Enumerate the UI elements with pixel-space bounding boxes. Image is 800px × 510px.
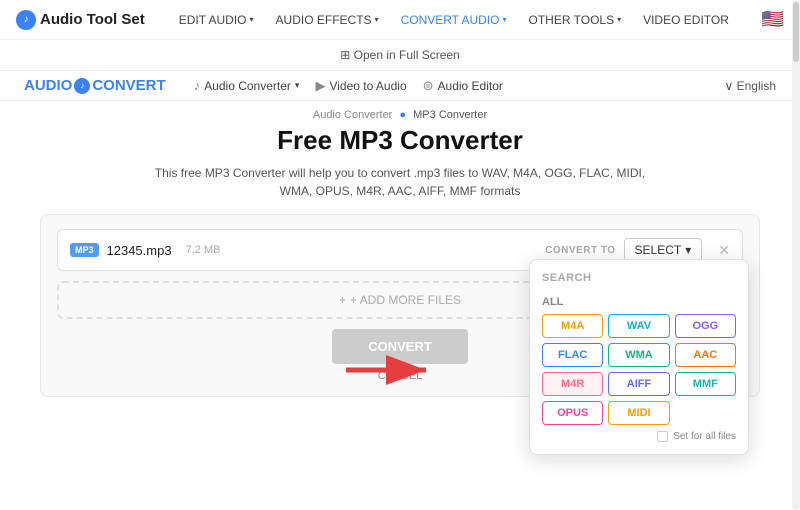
format-wav[interactable]: WAV [608, 314, 669, 338]
inner-brand-text: AUDIO [24, 77, 72, 94]
nav-video-editor[interactable]: VIDEO EDITOR [633, 9, 739, 31]
set-for-all-row: Set for all files [542, 431, 736, 442]
inner-brand-icon: ♪ [74, 78, 90, 94]
format-mmf[interactable]: MMF [675, 372, 736, 396]
nav-other-tools[interactable]: OTHER TOOLS ▾ [519, 9, 632, 31]
format-aiff[interactable]: AIFF [608, 372, 669, 396]
format-m4a[interactable]: M4A [542, 314, 603, 338]
close-icon[interactable]: ✕ [718, 242, 730, 259]
page-title: Free MP3 Converter [40, 125, 760, 156]
inner-brand[interactable]: AUDIO ♪ CONVERT [24, 77, 166, 94]
page-description: This free MP3 Converter will help you to… [150, 164, 650, 200]
breadcrumb-parent[interactable]: Audio Converter [313, 109, 393, 121]
all-formats-button[interactable]: ALL [542, 292, 736, 312]
format-m4r[interactable]: M4R [542, 372, 603, 396]
format-ogg[interactable]: OGG [675, 314, 736, 338]
language-selector[interactable]: ∨ English [725, 79, 776, 93]
inner-nav-video-to-audio[interactable]: ▶ Video to Audio [315, 78, 406, 94]
dropdown-search-label: SEARCH [542, 272, 736, 284]
top-nav: ♪ Audio Tool Set EDIT AUDIO ▾ AUDIO EFFE… [0, 0, 800, 40]
brand-icon: ♪ [16, 10, 36, 30]
fullscreen-label: ⊞ Open in Full Screen [340, 48, 459, 62]
format-flac[interactable]: FLAC [542, 343, 603, 367]
music-icon: ♪ [194, 78, 201, 93]
set-all-label: Set for all files [673, 431, 736, 442]
chevron-icon: ▾ [375, 15, 379, 24]
nav-audio-effects[interactable]: AUDIO EFFECTS ▾ [266, 9, 389, 31]
format-wma[interactable]: WMA [608, 343, 669, 367]
format-dropdown: SEARCH ALL M4A WAV OGG FLAC WMA AAC M4R … [529, 259, 749, 455]
breadcrumb-sep: ● [399, 109, 406, 121]
converter-box: MP3 12345.mp3 7.2 MB CONVERT TO SELECT ▾… [40, 214, 760, 397]
inner-nav: AUDIO ♪ CONVERT ♪ Audio Converter ▾ ▶ Vi… [0, 71, 800, 101]
scrollbar-thumb[interactable] [793, 2, 799, 62]
format-opus[interactable]: OPUS [542, 401, 603, 425]
video-icon: ▶ [315, 78, 325, 94]
brand-logo[interactable]: ♪ Audio Tool Set [16, 10, 145, 30]
mp3-badge: MP3 [70, 243, 99, 257]
chevron-icon: ▾ [295, 80, 300, 91]
format-aac[interactable]: AAC [675, 343, 736, 367]
chevron-down-icon: ▾ [685, 243, 691, 257]
chevron-icon: ▾ [250, 15, 254, 24]
nav-convert-audio[interactable]: CONVERT AUDIO ▾ [391, 9, 517, 31]
language-flag[interactable]: 🇺🇸 [762, 9, 784, 30]
sliders-icon: ⊜ [423, 78, 434, 94]
inner-brand-text2: CONVERT [92, 77, 165, 94]
nav-items: EDIT AUDIO ▾ AUDIO EFFECTS ▾ CONVERT AUD… [169, 9, 762, 31]
chevron-icon: ▾ [617, 15, 621, 24]
convert-to-label: CONVERT TO [545, 245, 615, 256]
convert-button[interactable]: CONVERT [332, 329, 468, 364]
set-all-checkbox[interactable] [657, 431, 668, 442]
chevron-icon: ▾ [502, 15, 506, 24]
format-midi[interactable]: MIDI [608, 401, 669, 425]
breadcrumb-current: MP3 Converter [413, 109, 487, 121]
fullscreen-bar[interactable]: ⊞ Open in Full Screen [0, 40, 800, 71]
brand-name: Audio Tool Set [40, 11, 145, 28]
file-name: 12345.mp3 [107, 243, 172, 258]
inner-nav-audio-editor[interactable]: ⊜ Audio Editor [423, 78, 503, 94]
nav-edit-audio[interactable]: EDIT AUDIO ▾ [169, 9, 264, 31]
main-content: Free MP3 Converter This free MP3 Convert… [0, 125, 800, 397]
plus-icon: + [339, 293, 346, 307]
scrollbar[interactable] [792, 0, 800, 510]
breadcrumb: Audio Converter ● MP3 Converter [0, 101, 800, 125]
file-size: 7.2 MB [186, 244, 221, 256]
format-grid: M4A WAV OGG FLAC WMA AAC M4R AIFF MMF OP… [542, 314, 736, 425]
inner-nav-audio-converter[interactable]: ♪ Audio Converter ▾ [194, 78, 300, 93]
